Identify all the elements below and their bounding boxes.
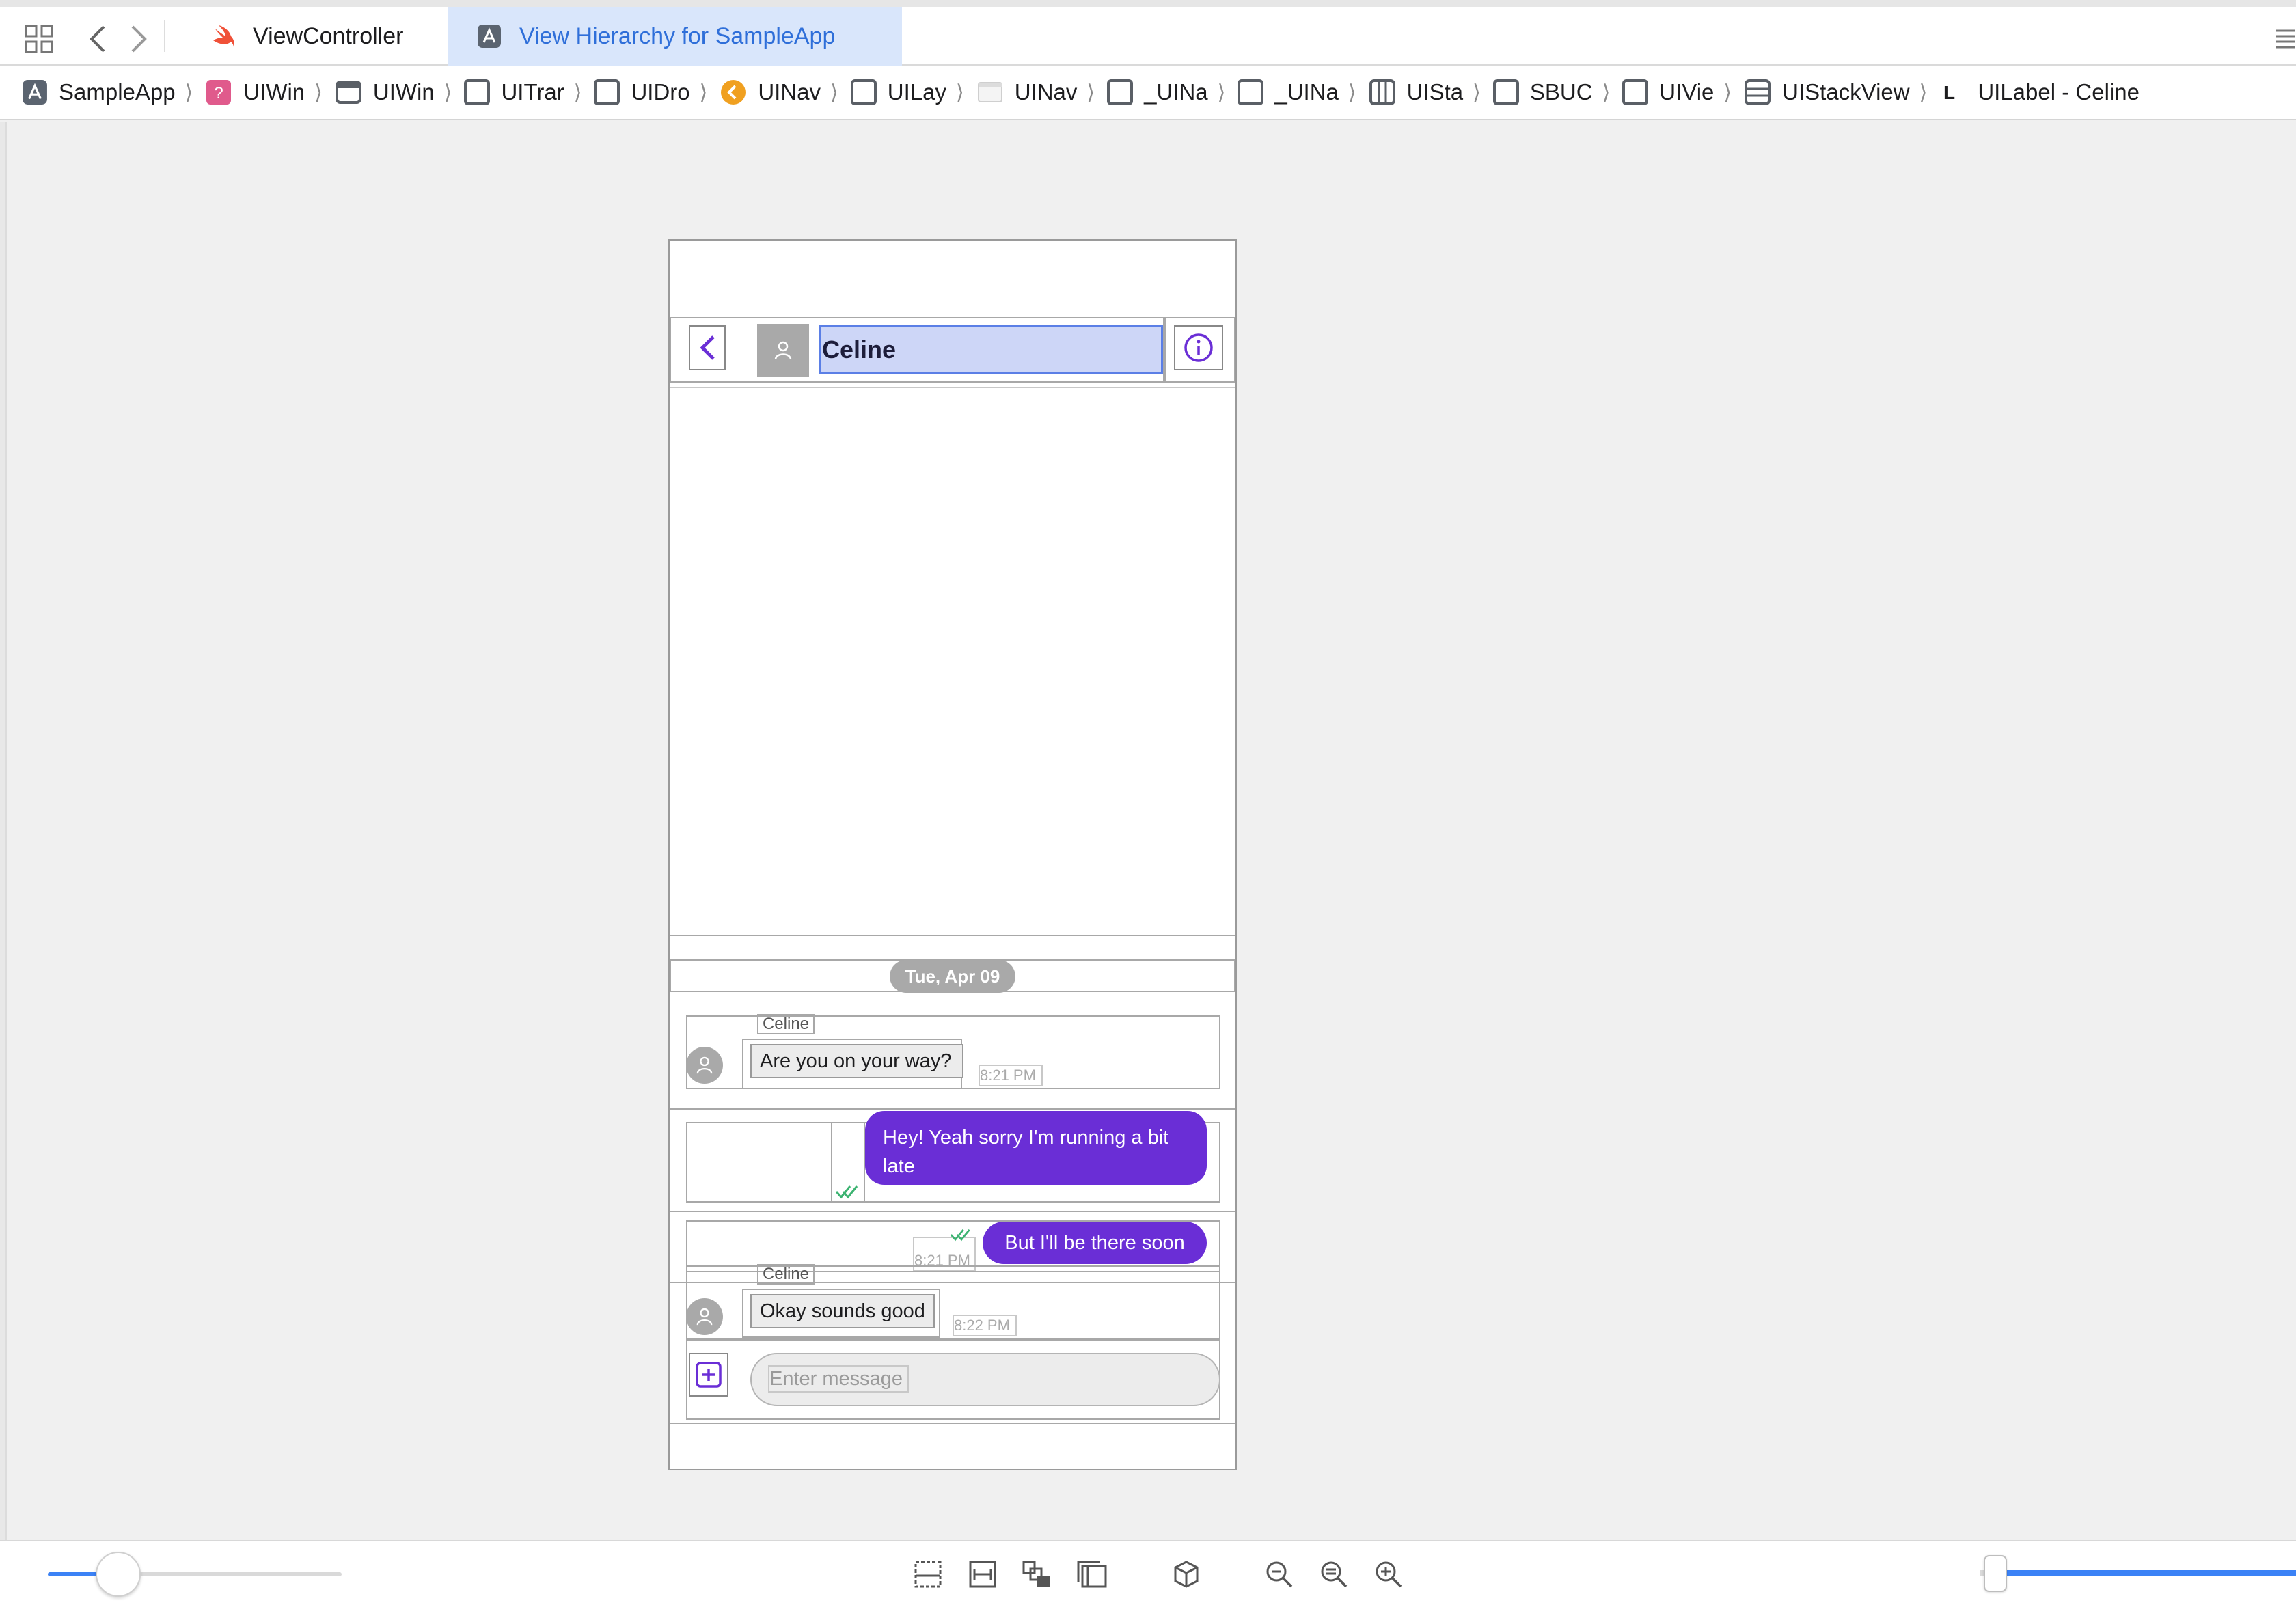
label-icon: L — [1943, 82, 1955, 103]
back-arrow-icon[interactable] — [79, 20, 116, 57]
view-hierarchy-phone[interactable]: Celine Tue, Apr 09 Celine Are you on you… — [668, 239, 1237, 1470]
breadcrumb-item[interactable]: UILay ⟩ — [850, 79, 964, 105]
breadcrumb-item-current[interactable]: L UILabel - Celine — [1939, 79, 2140, 106]
app-icon — [23, 80, 47, 105]
separator-line — [670, 1108, 1235, 1110]
navigation-bar-icon — [977, 82, 1002, 102]
svg-text:?: ? — [215, 84, 223, 102]
view-icon — [1107, 79, 1134, 105]
nav-divider — [1163, 317, 1166, 383]
message-bubble-outgoing[interactable]: But I'll be there soon — [983, 1222, 1207, 1264]
message-bubble[interactable]: Okay sounds good — [750, 1294, 935, 1328]
view-icon — [850, 79, 877, 105]
tab-view-hierarchy[interactable]: View Hierarchy for SampleApp — [448, 7, 902, 66]
navigation-controller-icon — [721, 80, 746, 105]
range-slider-fill — [1983, 1570, 2296, 1576]
breadcrumb-item[interactable]: _UINa ⟩ — [1238, 79, 1356, 105]
breadcrumb-item[interactable]: UITrar ⟩ — [464, 79, 582, 105]
breadcrumb: SampleApp ⟩ ? UIWin ⟩ UIWin ⟩ UITrar ⟩ UIDro… — [0, 66, 2296, 120]
tab-viewcontroller[interactable]: ViewController — [182, 7, 448, 66]
zoom-in-icon[interactable] — [1371, 1556, 1406, 1592]
xcode-view-debugger: ViewController View Hierarchy for Sample… — [0, 0, 2296, 1605]
info-button[interactable] — [1174, 325, 1223, 370]
spacing-slider-knob[interactable] — [96, 1552, 141, 1597]
breadcrumb-item[interactable]: UINav ⟩ — [976, 79, 1095, 106]
person-icon — [774, 341, 792, 360]
tab-bar: ViewController View Hierarchy for Sample… — [0, 0, 2296, 66]
breadcrumb-item[interactable]: UIWin ⟩ — [335, 79, 452, 106]
zoom-actual-size-icon[interactable] — [1316, 1556, 1352, 1592]
window-icon — [335, 81, 361, 104]
breadcrumb-item[interactable]: UIVie ⟩ — [1622, 79, 1732, 105]
svg-text:L: L — [1943, 82, 1955, 103]
double-check-icon — [950, 1229, 970, 1242]
double-check-icon — [835, 1185, 858, 1199]
breadcrumb-item[interactable]: UINav ⟩ — [720, 79, 838, 106]
stack-view-vertical-icon — [1745, 79, 1771, 105]
message-bubble[interactable]: Are you on your way? — [750, 1044, 964, 1078]
change-canvas-background-icon[interactable] — [1074, 1556, 1110, 1592]
date-label: Tue, Apr 09 — [890, 960, 1015, 993]
list-icon[interactable] — [2266, 20, 2296, 57]
debug-toolbar — [0, 1540, 2296, 1605]
grid-icon[interactable] — [20, 20, 57, 57]
breadcrumb-item[interactable]: UIDro ⟩ — [594, 79, 707, 105]
view-icon — [1492, 79, 1519, 105]
add-attachment-button[interactable] — [689, 1353, 728, 1397]
separator-line — [670, 387, 1235, 388]
breadcrumb-item[interactable]: ? UIWin ⟩ — [205, 79, 323, 106]
left-edge — [0, 122, 7, 1605]
chevron-left-icon — [700, 335, 715, 360]
view-icon — [594, 79, 620, 105]
adjust-view-mode-icon[interactable] — [1020, 1556, 1055, 1592]
range-slider-track[interactable] — [1980, 1570, 2296, 1576]
tab-label: ViewController — [253, 23, 404, 49]
spacing-slider-track[interactable] — [48, 1572, 342, 1576]
nav-title-label[interactable]: Celine — [819, 325, 1163, 374]
window-question-icon: ? — [206, 80, 232, 105]
show-constraints-icon[interactable] — [965, 1556, 1000, 1592]
tab-label: View Hierarchy for SampleApp — [519, 23, 836, 49]
breadcrumb-item[interactable]: SBUC ⟩ — [1492, 79, 1610, 105]
sender-avatar — [686, 1047, 723, 1084]
forward-arrow-icon[interactable] — [120, 20, 157, 57]
separator-line — [670, 1423, 1235, 1424]
avatar[interactable] — [757, 324, 809, 377]
timestamp-label: 8:21 PM — [979, 1065, 1043, 1086]
message-bubble-outgoing[interactable]: Hey! Yeah sorry I'm running a bit late — [865, 1111, 1207, 1185]
zoom-out-icon[interactable] — [1261, 1556, 1297, 1592]
view-icon — [1238, 79, 1264, 105]
person-icon — [696, 1056, 713, 1074]
view-icon — [1622, 79, 1649, 105]
person-icon — [696, 1308, 713, 1326]
input-placeholder: Enter message — [768, 1365, 909, 1393]
sender-label: Celine — [757, 1264, 815, 1285]
range-slider-knob[interactable] — [1983, 1555, 2007, 1592]
breadcrumb-item[interactable]: _UINa ⟩ — [1107, 79, 1225, 105]
sender-avatar — [686, 1298, 723, 1335]
app-icon — [476, 23, 503, 50]
separator-line — [670, 1211, 1235, 1212]
swift-icon — [209, 23, 236, 50]
info-icon — [1184, 333, 1213, 362]
show-clipped-content-icon[interactable] — [910, 1556, 946, 1592]
sender-label: Celine — [757, 1014, 815, 1034]
breadcrumb-item[interactable]: UISta ⟩ — [1369, 79, 1481, 106]
back-button[interactable] — [689, 325, 726, 370]
view-icon — [464, 79, 491, 105]
breadcrumb-item[interactable]: UIStackView ⟩ — [1744, 79, 1927, 106]
plus-square-icon — [696, 1362, 722, 1388]
separator-line — [670, 935, 1235, 936]
stack-view-horizontal-icon — [1369, 79, 1395, 105]
timestamp-label: 8:22 PM — [953, 1315, 1017, 1336]
breadcrumb-item[interactable]: SampleApp ⟩ — [22, 79, 193, 105]
orient-3d-icon[interactable] — [1168, 1556, 1204, 1592]
